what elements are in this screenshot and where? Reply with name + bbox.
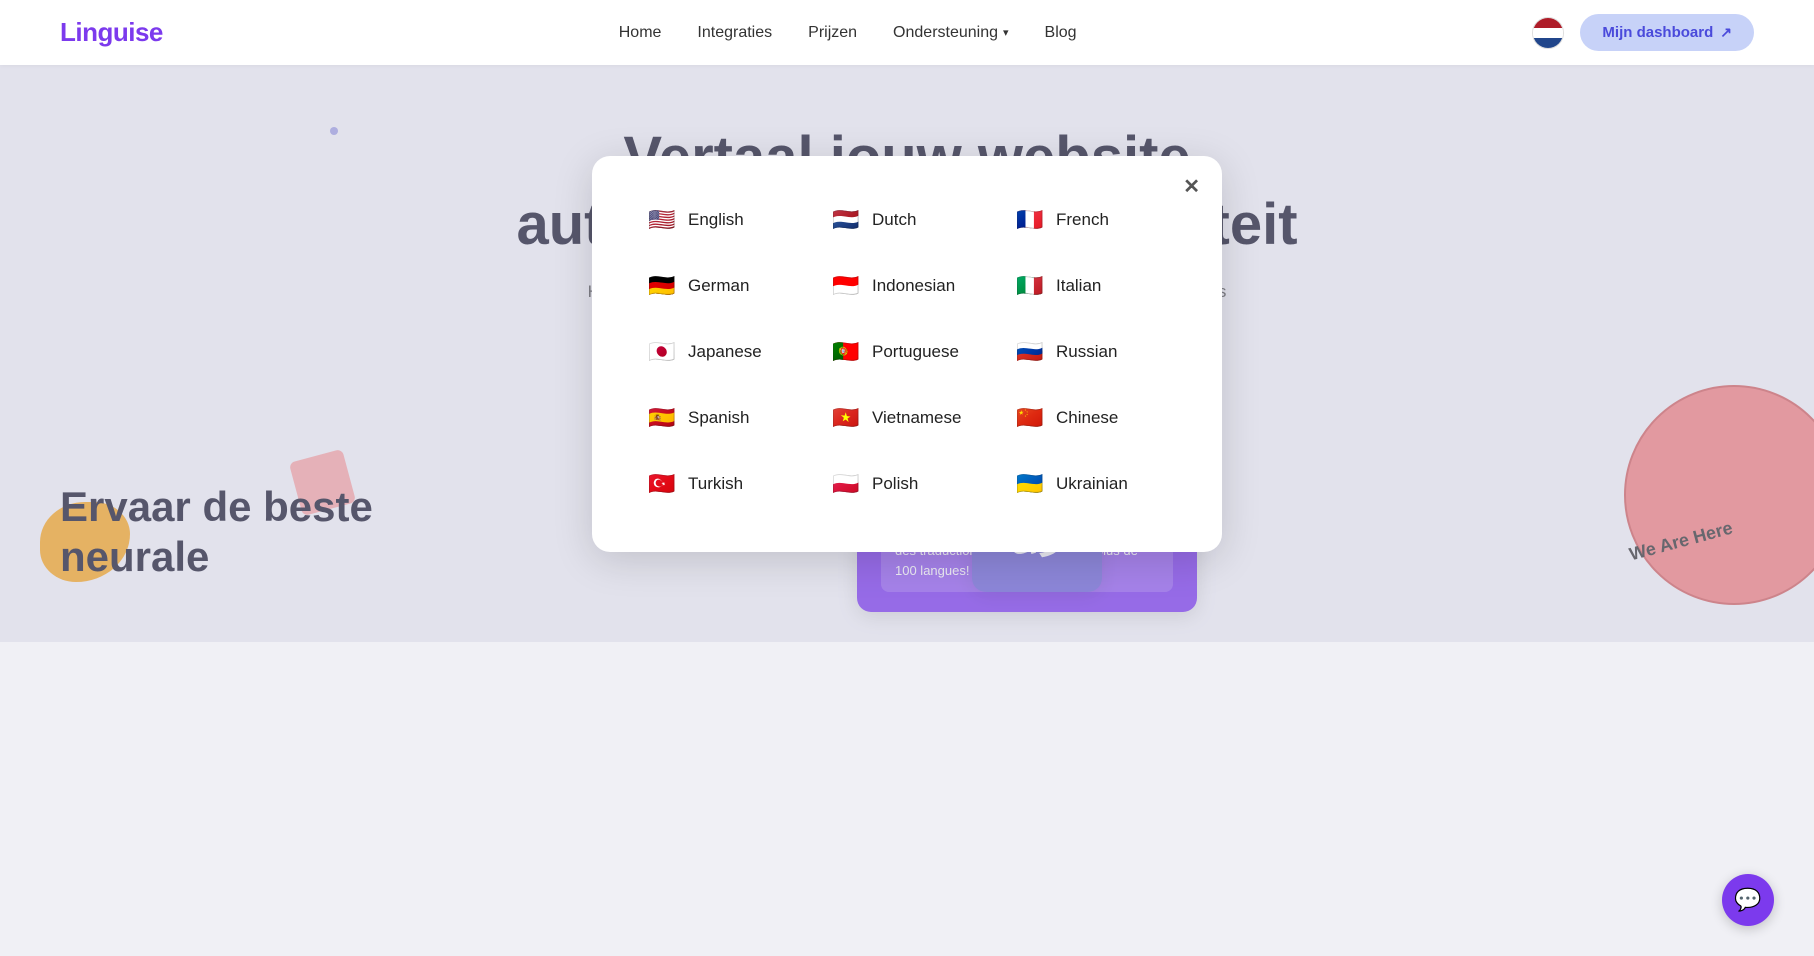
nav-integraties[interactable]: Integraties: [697, 24, 772, 42]
modal-overlay[interactable]: ✕ 🇺🇸 English 🇳🇱 Dutch 🇫🇷 French 🇩🇪 Germa: [0, 65, 1814, 642]
nav-links: Home Integraties Prijzen Ondersteuning ▾…: [619, 24, 1077, 42]
lang-item-german[interactable]: 🇩🇪 German: [636, 262, 810, 310]
dashboard-button[interactable]: Mijn dashboard ↗: [1580, 14, 1754, 51]
external-link-icon: ↗: [1720, 24, 1732, 41]
flag-ukrainian: 🇺🇦: [1014, 468, 1046, 500]
lang-name-dutch: Dutch: [872, 210, 916, 230]
lang-name-chinese: Chinese: [1056, 408, 1118, 428]
flag-french: 🇫🇷: [1014, 204, 1046, 236]
lang-name-italian: Italian: [1056, 276, 1101, 296]
lang-item-vietnamese[interactable]: 🇻🇳 Vietnamese: [820, 394, 994, 442]
lang-item-spanish[interactable]: 🇪🇸 Spanish: [636, 394, 810, 442]
lang-item-french[interactable]: 🇫🇷 French: [1004, 196, 1178, 244]
flag-chinese: 🇨🇳: [1014, 402, 1046, 434]
lang-name-vietnamese: Vietnamese: [872, 408, 961, 428]
lang-item-dutch[interactable]: 🇳🇱 Dutch: [820, 196, 994, 244]
chat-icon: 💬: [1734, 887, 1761, 913]
lang-item-chinese[interactable]: 🇨🇳 Chinese: [1004, 394, 1178, 442]
flag-indonesian: 🇮🇩: [830, 270, 862, 302]
language-picker-modal: ✕ 🇺🇸 English 🇳🇱 Dutch 🇫🇷 French 🇩🇪 Germa: [592, 156, 1222, 552]
lang-item-polish[interactable]: 🇵🇱 Polish: [820, 460, 994, 508]
lang-item-russian[interactable]: 🇷🇺 Russian: [1004, 328, 1178, 376]
lang-name-portuguese: Portuguese: [872, 342, 959, 362]
flag-portuguese: 🇵🇹: [830, 336, 862, 368]
flag-russian: 🇷🇺: [1014, 336, 1046, 368]
nav-blog[interactable]: Blog: [1045, 24, 1077, 42]
flag-spanish: 🇪🇸: [646, 402, 678, 434]
lang-name-japanese: Japanese: [688, 342, 762, 362]
lang-name-french: French: [1056, 210, 1109, 230]
flag-dutch: 🇳🇱: [830, 204, 862, 236]
nav-home[interactable]: Home: [619, 24, 662, 42]
flag-english: 🇺🇸: [646, 204, 678, 236]
lang-item-portuguese[interactable]: 🇵🇹 Portuguese: [820, 328, 994, 376]
lang-name-spanish: Spanish: [688, 408, 749, 428]
lang-item-italian[interactable]: 🇮🇹 Italian: [1004, 262, 1178, 310]
chevron-down-icon: ▾: [1003, 26, 1009, 39]
nav-ondersteuning[interactable]: Ondersteuning ▾: [893, 24, 1009, 42]
lang-name-german: German: [688, 276, 749, 296]
lang-name-polish: Polish: [872, 474, 918, 494]
navbar: Linguise Home Integraties Prijzen Onders…: [0, 0, 1814, 65]
close-button[interactable]: ✕: [1183, 174, 1200, 199]
logo[interactable]: Linguise: [60, 17, 163, 48]
lang-item-turkish[interactable]: 🇹🇷 Turkish: [636, 460, 810, 508]
flag-turkish: 🇹🇷: [646, 468, 678, 500]
nav-prijzen[interactable]: Prijzen: [808, 24, 857, 42]
lang-name-russian: Russian: [1056, 342, 1117, 362]
lang-name-indonesian: Indonesian: [872, 276, 955, 296]
lang-name-english: English: [688, 210, 744, 230]
lang-name-turkish: Turkish: [688, 474, 743, 494]
flag-japanese: 🇯🇵: [646, 336, 678, 368]
flag-vietnamese: 🇻🇳: [830, 402, 862, 434]
lang-item-english[interactable]: 🇺🇸 English: [636, 196, 810, 244]
language-grid: 🇺🇸 English 🇳🇱 Dutch 🇫🇷 French 🇩🇪 German: [636, 196, 1178, 508]
flag-polish: 🇵🇱: [830, 468, 862, 500]
lang-item-japanese[interactable]: 🇯🇵 Japanese: [636, 328, 810, 376]
lang-name-ukrainian: Ukrainian: [1056, 474, 1128, 494]
chat-button[interactable]: 💬: [1722, 874, 1774, 926]
lang-item-indonesian[interactable]: 🇮🇩 Indonesian: [820, 262, 994, 310]
lang-item-ukrainian[interactable]: 🇺🇦 Ukrainian: [1004, 460, 1178, 508]
language-flag-nl[interactable]: [1532, 17, 1564, 49]
flag-german: 🇩🇪: [646, 270, 678, 302]
flag-italian: 🇮🇹: [1014, 270, 1046, 302]
